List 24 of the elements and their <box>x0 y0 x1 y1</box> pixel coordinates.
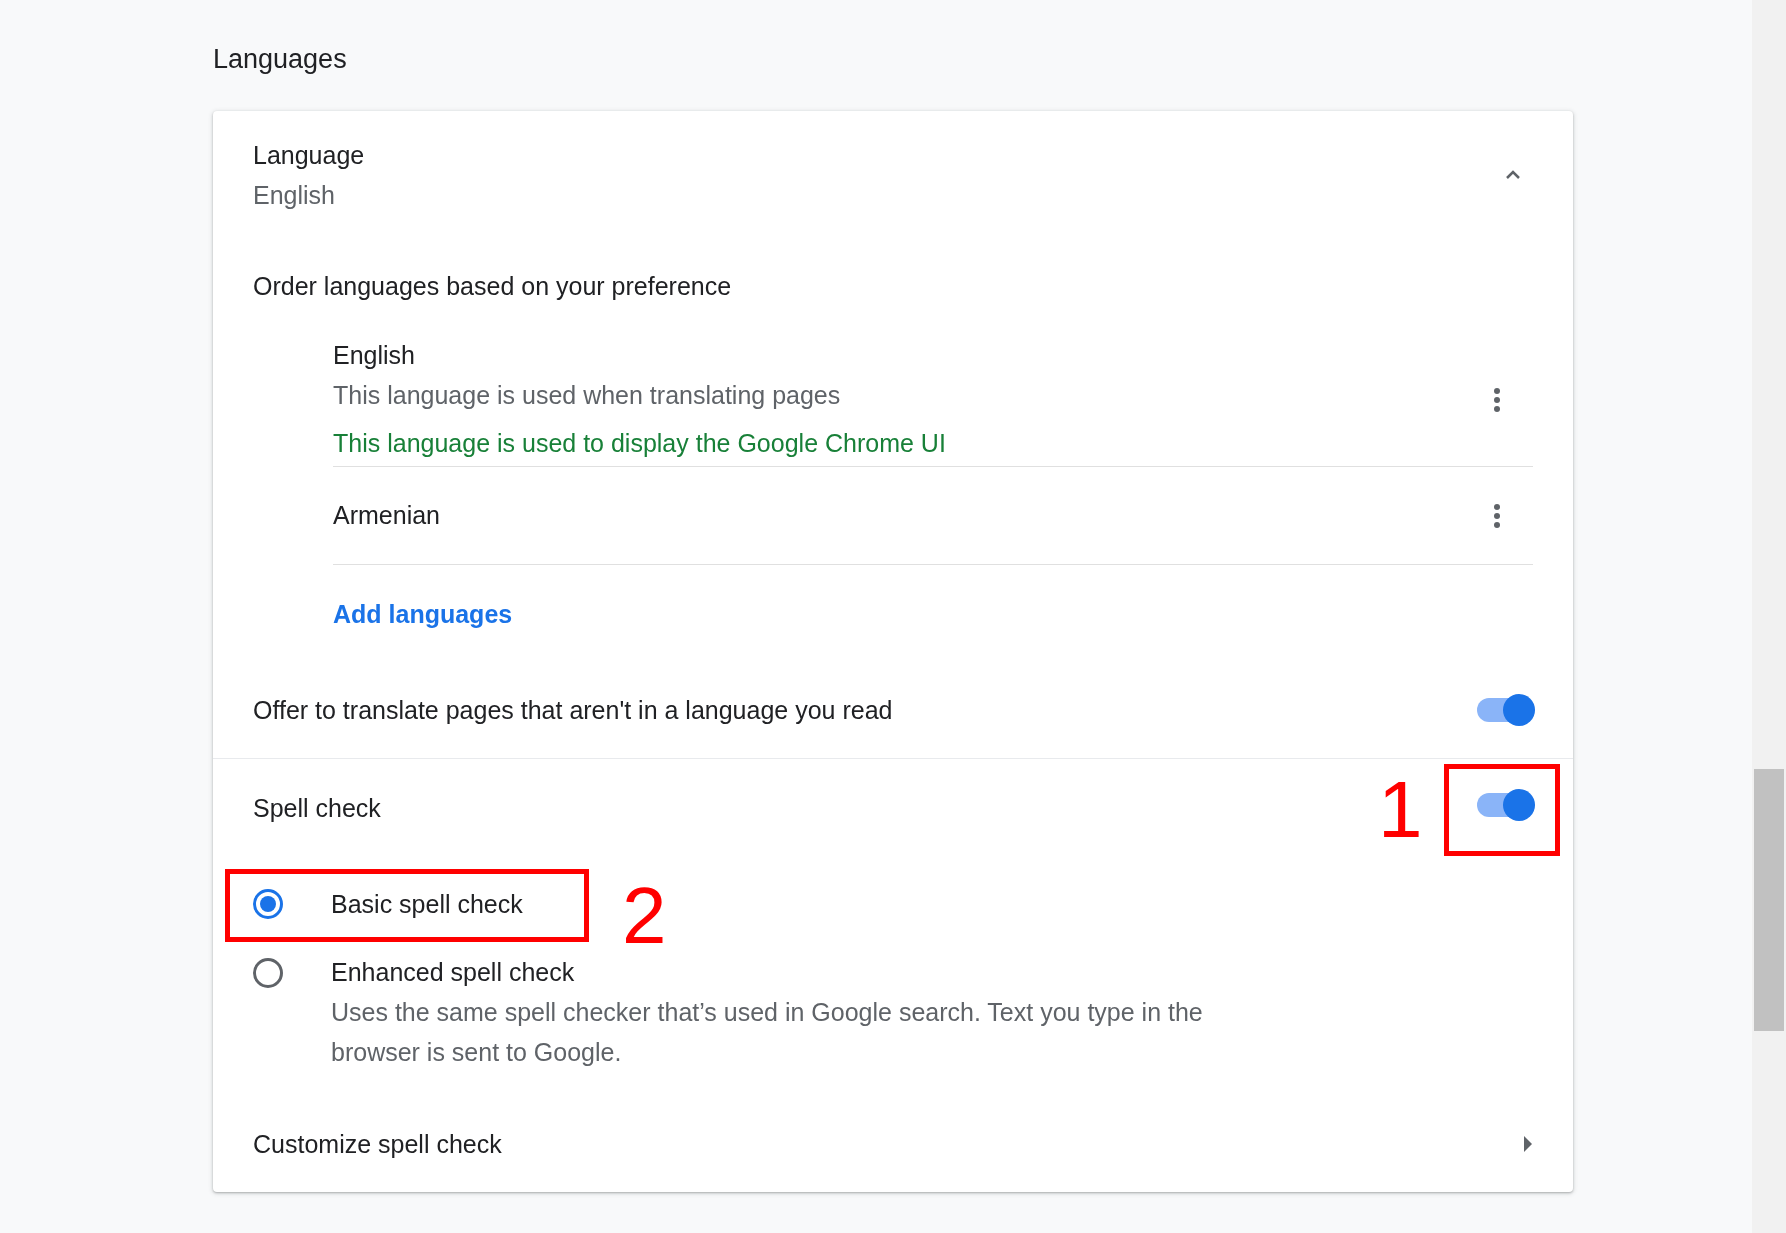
radio-button[interactable] <box>253 958 283 988</box>
order-label: Order languages based on your preference <box>253 272 732 301</box>
more-icon[interactable] <box>1493 502 1501 529</box>
section-title: Languages <box>213 44 347 75</box>
option-label: Enhanced spell check <box>331 958 576 987</box>
caret-icon[interactable] <box>1523 1136 1533 1152</box>
scrollbar-thumb[interactable] <box>1754 769 1784 1031</box>
setting-label: Spell check <box>253 793 381 823</box>
annotation-number: 1 <box>1378 770 1423 850</box>
option-label: Basic spell check <box>331 889 523 919</box>
option-description: Uses the same spell checker that’s used in Google search. Text you type in the browser is sent to Google. <box>331 997 1204 1068</box>
setting-value: English <box>253 181 336 210</box>
setting-label: Offer to translate pages that aren't in a language you read <box>253 695 893 725</box>
language-note: This language is used to display the Google Chrome UI <box>333 429 946 458</box>
language-note: This language is used when translating pages <box>333 381 842 410</box>
radio-button[interactable] <box>253 889 283 919</box>
scrollbar[interactable] <box>1752 0 1786 1233</box>
more-icon[interactable] <box>1493 386 1501 413</box>
setting-label[interactable]: Customize spell check <box>253 1129 502 1159</box>
language-name: English <box>333 341 416 370</box>
setting-label: Language <box>253 141 365 170</box>
annotation-number: 2 <box>622 875 667 956</box>
add-languages-link[interactable]: Add languages <box>333 600 513 629</box>
language-name: Armenian <box>333 501 440 530</box>
